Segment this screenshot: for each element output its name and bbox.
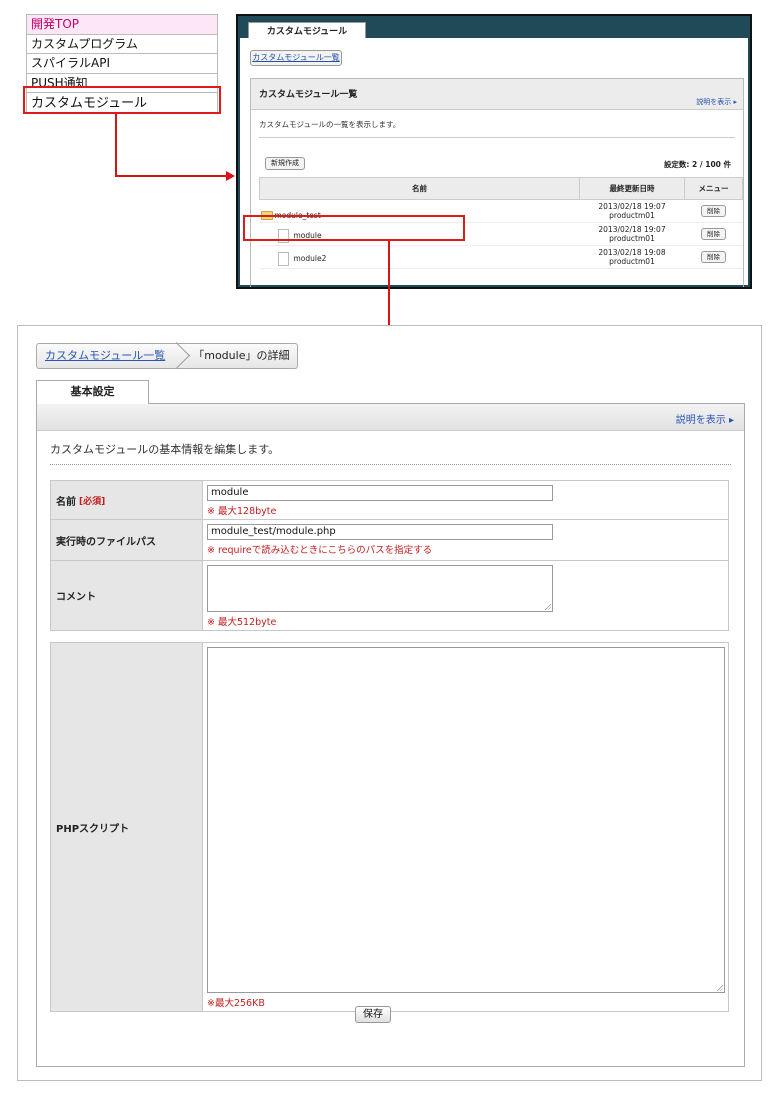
- list-panel-header: カスタムモジュール一覧 説明を表示 ▸: [251, 79, 743, 110]
- connector-line: [115, 114, 117, 176]
- script-form: PHPスクリプト ※最大256KB: [50, 642, 729, 1012]
- name-label: 名前: [56, 496, 76, 508]
- arrow-right-icon: [226, 171, 235, 181]
- required-badge: [必須]: [79, 496, 106, 507]
- path-note: ※ requireで読み込むときにこちらのパスを指定する: [207, 545, 433, 556]
- comment-note: ※ 最大512byte: [207, 617, 277, 628]
- basic-form: 名前 [必須] module ※ 最大128byte 実行時のファイルパス mo…: [50, 480, 729, 631]
- breadcrumb-module-list[interactable]: カスタムモジュール一覧: [37, 344, 173, 368]
- save-button-wrap: 保存: [355, 1002, 391, 1023]
- updated-date: 2013/02/18 19:07: [598, 202, 666, 211]
- new-button[interactable]: 新規作成: [265, 157, 305, 170]
- menu-item-custom-program[interactable]: カスタムプログラム: [27, 35, 217, 54]
- menu-item-spiral-api[interactable]: スパイラルAPI: [27, 54, 217, 74]
- menu-item-dev-top[interactable]: 開発TOP: [27, 15, 217, 35]
- list-description: カスタムモジュールの一覧を表示します。: [259, 120, 401, 129]
- module-list-screenshot: カスタムモジュール カスタムモジュール一覧 カスタムモジュール一覧 説明を表示 …: [236, 14, 752, 289]
- file-icon: [277, 252, 289, 266]
- php-note: ※最大256KB: [207, 998, 265, 1009]
- column-name: 名前: [259, 177, 580, 200]
- list-panel-title: カスタムモジュール一覧: [259, 90, 358, 100]
- menu-item-custom-module[interactable]: カスタムモジュール: [23, 86, 221, 114]
- module-detail-screenshot: カスタムモジュール一覧 「module」の詳細 基本設定 説明を表示 ▸ カスタ…: [17, 325, 762, 1081]
- list-content: カスタムモジュール一覧 カスタムモジュール一覧 説明を表示 ▸ カスタムモジュー…: [240, 38, 748, 287]
- resize-grip-icon[interactable]: [544, 603, 551, 610]
- delete-button[interactable]: 削除: [701, 205, 726, 217]
- form-row-name: 名前 [必須] module ※ 最大128byte: [51, 481, 728, 520]
- updated-date: 2013/02/18 19:08: [598, 248, 666, 257]
- breadcrumb: カスタムモジュール一覧 「module」の詳細: [36, 343, 299, 369]
- settings-panel: 説明を表示 ▸ カスタムモジュールの基本情報を編集します。 名前 [必須] mo…: [36, 403, 745, 1067]
- form-row-path: 実行時のファイルパス module_test/module.php ※ requ…: [51, 520, 728, 561]
- setting-count: 設定数: 2 / 100 件: [663, 160, 731, 169]
- delete-button[interactable]: 削除: [701, 228, 726, 240]
- php-script-textarea[interactable]: [207, 647, 725, 993]
- breadcrumb-current: 「module」の詳細: [193, 349, 290, 362]
- table-row[interactable]: module2 2013/02/18 19:08 productm01 削除: [259, 245, 743, 269]
- list-panel: カスタムモジュール一覧 説明を表示 ▸ カスタムモジュールの一覧を表示します。 …: [250, 78, 744, 287]
- module-name[interactable]: module2: [294, 254, 327, 263]
- name-note: ※ 最大128byte: [207, 506, 277, 517]
- updated-user: productm01: [609, 257, 655, 266]
- help-link[interactable]: 説明を表示 ▸: [676, 411, 734, 426]
- comment-textarea[interactable]: [207, 565, 553, 612]
- delete-button[interactable]: 削除: [701, 251, 726, 263]
- comment-label: コメント: [56, 592, 96, 603]
- form-row-comment: コメント ※ 最大512byte: [51, 561, 728, 630]
- module-list-button[interactable]: カスタムモジュール一覧: [250, 50, 342, 66]
- settings-panel-header: 説明を表示 ▸: [37, 404, 744, 431]
- name-input[interactable]: module: [207, 485, 553, 501]
- form-row-php: PHPスクリプト ※最大256KB: [51, 643, 728, 1011]
- panel-description: カスタムモジュールの基本情報を編集します。: [50, 443, 280, 456]
- tab-basic-settings[interactable]: 基本設定: [36, 380, 149, 404]
- column-updated: 最終更新日時: [579, 177, 685, 200]
- updated-date: 2013/02/18 19:07: [598, 225, 666, 234]
- divider: [259, 137, 735, 138]
- path-label: 実行時のファイルパス: [56, 536, 156, 548]
- menu-item-custom-module-label: カスタムモジュール: [31, 96, 148, 111]
- help-link[interactable]: 説明を表示 ▸: [696, 97, 737, 107]
- resize-grip-icon[interactable]: [716, 984, 723, 991]
- connector-line: [115, 175, 227, 177]
- breadcrumb-separator-icon: [173, 344, 187, 368]
- column-menu: メニュー: [684, 177, 743, 200]
- php-label: PHPスクリプト: [56, 823, 130, 835]
- row-highlight: [243, 215, 465, 241]
- table-header: 名前 最終更新日時 メニュー: [259, 177, 743, 200]
- updated-user: productm01: [609, 211, 655, 220]
- save-button[interactable]: 保存: [355, 1006, 391, 1023]
- divider: [50, 464, 731, 465]
- updated-user: productm01: [609, 234, 655, 243]
- path-input[interactable]: module_test/module.php: [207, 524, 553, 540]
